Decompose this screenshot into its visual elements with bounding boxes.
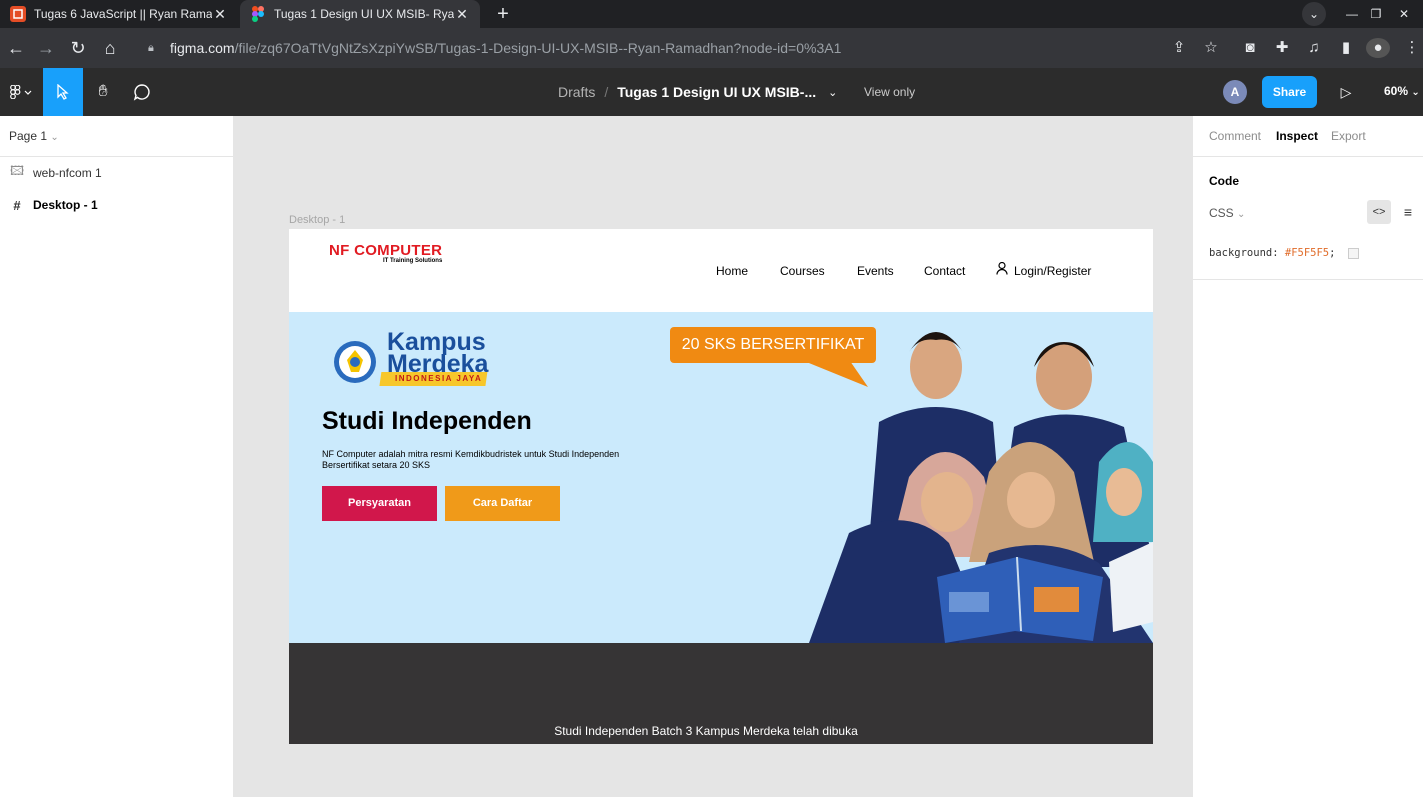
- tab-title: Tugas 1 Design UI UX MSIB- Ryan Ramadhan: [274, 7, 454, 21]
- css-property: background:: [1209, 247, 1279, 259]
- site-navbar: NF COMPUTER IT Training Solutions Home C…: [289, 229, 1153, 312]
- figma-toolbar: ✋︎ Drafts / Tugas 1 Design UI UX MSIB-..…: [0, 68, 1423, 116]
- hero-description: NF Computer adalah mitra resmi Kemdikbud…: [322, 449, 620, 470]
- right-panel-tabs: Comment Inspect Export: [1193, 116, 1423, 157]
- badge-pointer: [804, 361, 868, 387]
- home-icon[interactable]: ⌂: [98, 36, 122, 60]
- url-host: figma.com: [170, 40, 235, 56]
- browser-tab-bar: Tugas 6 JavaScript || Ryan Ramadhan ✕ Tu…: [0, 0, 1423, 28]
- side-panel-icon[interactable]: ▮: [1336, 38, 1356, 58]
- frame-layer-icon: #: [13, 197, 21, 213]
- css-code-line[interactable]: background: #F5F5F5;: [1209, 247, 1359, 259]
- css-semicolon: ;: [1329, 247, 1336, 259]
- frame-label[interactable]: Desktop - 1: [289, 214, 345, 226]
- hand-tool-icon[interactable]: ✋︎: [83, 68, 123, 116]
- layer-label: web-nfcom 1: [33, 166, 102, 180]
- code-view-icon[interactable]: <>: [1367, 200, 1391, 224]
- back-icon[interactable]: ←: [4, 36, 28, 60]
- tab-search-icon[interactable]: ⌄: [1302, 2, 1326, 26]
- nf-computer-logo: NF COMPUTER IT Training Solutions: [329, 242, 442, 264]
- km-tag: INDONESIA JAYA: [395, 374, 483, 383]
- nav-courses[interactable]: Courses: [780, 264, 825, 278]
- canvas[interactable]: Desktop - 1 NF COMPUTER IT Training Solu…: [234, 116, 1192, 797]
- zoom-value: 60%: [1384, 84, 1409, 98]
- browser-tab-active[interactable]: Tugas 1 Design UI UX MSIB- Ryan Ramadhan…: [240, 0, 480, 28]
- css-value: #F5F5F5: [1284, 247, 1330, 259]
- nav-login-register[interactable]: Login/Register: [1014, 264, 1091, 278]
- url-path: /file/zq67OaTtVgNtZsXzpiYwSB/Tugas-1-Des…: [234, 40, 842, 56]
- chevron-down-icon: ⌄: [1411, 87, 1420, 98]
- comment-tool-icon[interactable]: [122, 68, 162, 116]
- nav-contact[interactable]: Contact: [924, 264, 965, 278]
- move-tool-icon[interactable]: [43, 68, 83, 116]
- media-control-icon[interactable]: ♫: [1304, 38, 1324, 58]
- hero-title: Studi Independen: [322, 407, 532, 435]
- layer-item-frame[interactable]: # Desktop - 1: [0, 189, 233, 221]
- layers-panel: Page 1 ⌄ 🖾︎ web-nfcom 1 # Desktop - 1: [0, 116, 234, 797]
- language-selector[interactable]: CSS ⌄: [1209, 206, 1245, 220]
- language-value: CSS: [1209, 206, 1234, 220]
- minimize-icon[interactable]: —: [1340, 0, 1364, 28]
- file-name[interactable]: Tugas 1 Design UI UX MSIB-...: [617, 84, 816, 100]
- html-favicon-icon: [10, 6, 26, 22]
- page-name: Page 1: [9, 129, 48, 143]
- breadcrumb-drafts[interactable]: Drafts: [558, 84, 595, 100]
- close-window-icon[interactable]: ✕: [1392, 0, 1416, 28]
- browser-menu-icon[interactable]: ⋮: [1402, 38, 1422, 58]
- share-button[interactable]: Share: [1262, 76, 1317, 108]
- image-layer-icon: 🖾︎: [10, 163, 25, 178]
- close-tab-icon[interactable]: ✕: [454, 6, 470, 23]
- persyaratan-button[interactable]: Persyaratan: [322, 486, 437, 521]
- tab-inspect[interactable]: Inspect: [1276, 129, 1318, 143]
- close-tab-icon[interactable]: ✕: [212, 6, 228, 23]
- camera-icon[interactable]: ◙: [1240, 38, 1260, 58]
- code-section-title: Code: [1209, 174, 1239, 188]
- tab-comment[interactable]: Comment: [1209, 129, 1261, 143]
- present-play-icon[interactable]: ▷: [1336, 80, 1356, 104]
- page-selector[interactable]: Page 1 ⌄: [0, 116, 233, 157]
- zoom-level[interactable]: 60% ⌄: [1384, 84, 1420, 98]
- user-icon: [996, 261, 1008, 278]
- chevron-down-icon: ⌄: [1237, 209, 1246, 220]
- avatar[interactable]: A: [1223, 80, 1247, 104]
- chevron-down-icon: ⌄: [50, 132, 59, 143]
- profile-avatar-icon[interactable]: ●: [1366, 38, 1390, 58]
- desktop-frame[interactable]: NF COMPUTER IT Training Solutions Home C…: [289, 229, 1153, 744]
- kampus-merdeka-logo: Kampus Merdeka INDONESIA JAYA: [333, 330, 503, 392]
- figma-main-menu-icon[interactable]: [0, 68, 42, 116]
- layer-label: Desktop - 1: [33, 198, 98, 212]
- list-view-icon[interactable]: ≡: [1397, 200, 1419, 224]
- cara-daftar-button[interactable]: Cara Daftar: [445, 486, 560, 521]
- color-swatch: [1347, 247, 1359, 259]
- browser-tab-inactive[interactable]: Tugas 6 JavaScript || Ryan Ramadhan ✕: [0, 0, 238, 28]
- footer-announcement: Studi Independen Batch 3 Kampus Merdeka …: [554, 724, 858, 738]
- layer-item-image[interactable]: 🖾︎ web-nfcom 1: [0, 157, 233, 189]
- forward-icon[interactable]: →: [34, 36, 58, 60]
- tab-title: Tugas 6 JavaScript || Ryan Ramadhan: [34, 7, 212, 21]
- url-field[interactable]: 🔒︎ figma.com /file/zq67OaTtVgNtZsXzpiYwS…: [140, 33, 1230, 63]
- extensions-icon[interactable]: ✚: [1272, 38, 1292, 58]
- browser-address-bar: ← → ↻ ⌂ 🔒︎ figma.com /file/zq67OaTtVgNtZ…: [0, 28, 1423, 68]
- nav-events[interactable]: Events: [857, 264, 894, 278]
- divider: [1193, 279, 1423, 280]
- share-page-icon[interactable]: ⇪: [1169, 38, 1189, 58]
- view-only-label: View only: [864, 85, 916, 99]
- reload-icon[interactable]: ↻: [66, 36, 90, 60]
- bookmark-star-icon[interactable]: ☆: [1201, 38, 1221, 58]
- hero-section: Kampus Merdeka INDONESIA JAYA Studi Inde…: [289, 312, 1153, 643]
- new-tab-icon[interactable]: +: [492, 3, 514, 25]
- logo-main: NF COMPUTER: [329, 242, 443, 259]
- figma-favicon-icon: [250, 6, 266, 22]
- breadcrumb-separator: /: [604, 84, 609, 100]
- chevron-down-icon[interactable]: ⌄: [828, 86, 837, 99]
- site-footer: Studi Independen Batch 3 Kampus Merdeka …: [289, 643, 1153, 744]
- breadcrumb: Drafts / Tugas 1 Design UI UX MSIB-... ⌄: [558, 68, 837, 116]
- tab-export[interactable]: Export: [1331, 129, 1366, 143]
- restore-icon[interactable]: ❐: [1364, 0, 1388, 28]
- sks-badge: 20 SKS BERSERTIFIKAT: [670, 327, 876, 363]
- nav-home[interactable]: Home: [716, 264, 748, 278]
- lock-icon: 🔒︎: [148, 41, 154, 54]
- inspect-panel: Comment Inspect Export Code CSS ⌄ <> ≡ b…: [1192, 116, 1423, 797]
